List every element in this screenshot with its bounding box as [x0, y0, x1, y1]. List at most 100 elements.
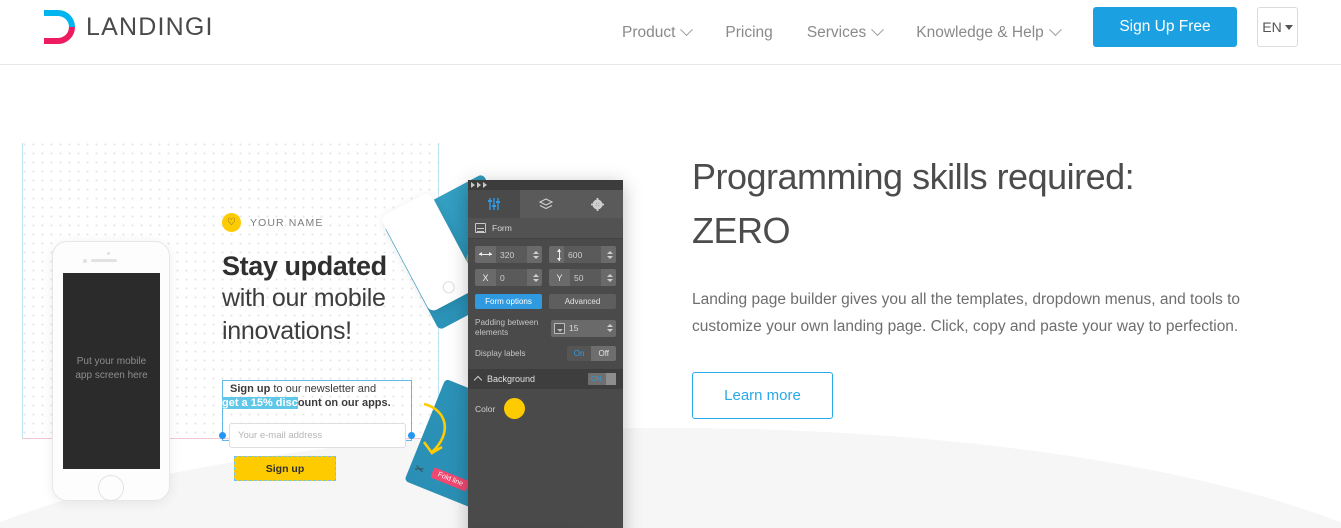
phone-placeholder-line1: Put your mobile — [76, 356, 147, 367]
home-button-icon — [98, 475, 124, 501]
pos-x-stepper[interactable] — [531, 273, 540, 282]
editor-tabs — [468, 190, 623, 218]
nav-label-knowledge-help: Knowledge & Help — [916, 23, 1044, 41]
collapse-triangle-icon[interactable] — [471, 182, 475, 188]
language-selector[interactable]: EN — [1257, 7, 1298, 47]
email-input-preview[interactable]: Your e-mail address — [229, 423, 406, 448]
height-icon — [557, 248, 561, 261]
chevron-down-icon — [680, 23, 694, 37]
selected-element-row[interactable]: Form — [468, 218, 623, 239]
padding-label: Padding between elements — [475, 318, 539, 337]
color-row: Color — [475, 398, 616, 419]
signup-text-tail: ount on our apps. — [297, 397, 391, 409]
sliders-icon — [487, 198, 500, 210]
phone-mockup: Put your mobile app screen here — [52, 241, 170, 501]
segment-form-options[interactable]: Form options — [475, 294, 542, 309]
background-switch-label: ON — [591, 375, 602, 383]
camera-icon — [83, 259, 87, 263]
logo[interactable]: LANDINGI — [44, 10, 214, 45]
editor-panel: Form 320 600 X 0 Y 50 Form options Advan… — [468, 180, 623, 528]
width-icon — [479, 252, 492, 256]
padding-property-row: Padding between elements 15 — [475, 318, 616, 338]
collapse-triangle-icon[interactable] — [483, 182, 487, 188]
logo-text: LANDINGI — [86, 13, 214, 41]
toggle-on-option[interactable]: On — [566, 346, 592, 361]
nav-label-pricing: Pricing — [725, 23, 773, 41]
color-swatch-button[interactable] — [504, 398, 526, 419]
pos-y-stepper[interactable] — [605, 273, 614, 282]
width-stepper[interactable] — [531, 250, 540, 259]
curved-arrow-icon — [422, 402, 447, 455]
color-label: Color — [475, 403, 496, 414]
nav-item-services[interactable]: Services — [790, 23, 899, 42]
phone-placeholder-line2: app screen here — [75, 370, 148, 381]
padding-field[interactable]: 15 — [551, 319, 616, 337]
brand-row: ♡ YOUR NAME — [222, 213, 432, 232]
form-element-icon — [475, 223, 486, 233]
hero-section: ✂ Fold line Put your mobile app screen h… — [0, 65, 1341, 528]
speaker-icon — [91, 259, 117, 262]
editor-segment-tabs: Form options Advanced — [475, 294, 616, 309]
padding-stepper[interactable] — [605, 324, 614, 332]
selected-element-label: Form — [492, 223, 512, 233]
heart-icon: ♡ — [222, 213, 241, 232]
tab-sliders[interactable] — [468, 190, 520, 218]
brand-name: YOUR NAME — [250, 216, 324, 229]
background-section-header[interactable]: Background ON — [468, 369, 623, 389]
height-stepper[interactable] — [605, 250, 614, 259]
display-labels-toggle[interactable]: On Off — [566, 346, 616, 361]
display-labels-label: Display labels — [475, 348, 526, 358]
caret-down-icon — [1284, 24, 1293, 30]
preview-headline-light-2: innovations! — [222, 317, 352, 345]
padding-value: 15 — [569, 323, 579, 333]
landingi-logo-icon — [44, 10, 77, 45]
language-label: EN — [1262, 19, 1282, 35]
height-field[interactable]: 600 — [549, 246, 616, 263]
layers-icon — [538, 198, 553, 210]
pos-x-field[interactable]: X 0 — [475, 269, 542, 286]
editor-body: 320 600 X 0 Y 50 Form options Advanced P… — [468, 239, 623, 419]
signup-text-bold: Sign up — [230, 383, 271, 395]
signup-text-highlighted: get a 15% disc — [222, 397, 298, 409]
signup-submit-button-preview[interactable]: Sign up — [234, 456, 336, 481]
size-fields-row: 320 600 — [475, 246, 616, 263]
chevron-up-icon — [473, 375, 483, 385]
nav-item-knowledge-help[interactable]: Knowledge & Help — [899, 23, 1077, 42]
nav-item-product[interactable]: Product — [605, 23, 708, 42]
hero-text-block: Programming skills required: ZERO Landin… — [692, 150, 1272, 419]
collapse-triangle-icon[interactable] — [477, 182, 481, 188]
padding-icon — [554, 322, 565, 334]
signup-text-line2: get a 15% discount on our apps. — [222, 397, 391, 409]
pos-x-value: 0 — [496, 269, 527, 286]
background-section-title: Background — [487, 374, 536, 384]
chevron-down-icon — [1048, 23, 1062, 37]
signup-text-rest: to our newsletter and — [270, 383, 377, 395]
sign-up-free-button[interactable]: Sign Up Free — [1093, 7, 1237, 47]
nav-item-pricing[interactable]: Pricing — [708, 24, 789, 42]
nav-label-services: Services — [806, 23, 867, 41]
site-header: LANDINGI Product Pricing Services Knowle… — [0, 0, 1341, 65]
hero-title-line2: ZERO — [692, 210, 791, 251]
pos-y-value: 50 — [570, 269, 601, 286]
landing-page: LANDINGI Product Pricing Services Knowle… — [0, 0, 1341, 528]
display-labels-row: Display labels On Off — [475, 346, 616, 361]
tab-settings[interactable] — [571, 190, 623, 218]
hero-paragraph: Landing page builder gives you all the t… — [692, 291, 1241, 335]
chevron-down-icon — [871, 23, 885, 37]
pos-x-label: X — [482, 272, 489, 283]
preview-headline-light-1: with our mobile — [222, 284, 386, 312]
learn-more-button[interactable]: Learn more — [692, 372, 833, 419]
guide-line-left — [22, 143, 23, 438]
toggle-off-option[interactable]: Off — [591, 346, 616, 361]
phone-screen: Put your mobile app screen here — [63, 273, 160, 469]
height-value: 600 — [564, 246, 601, 263]
gear-icon — [590, 197, 604, 211]
width-field[interactable]: 320 — [475, 246, 542, 263]
main-navigation: Product Pricing Services Knowledge & Hel… — [605, 0, 1077, 65]
position-fields-row: X 0 Y 50 — [475, 269, 616, 286]
pos-y-field[interactable]: Y 50 — [549, 269, 616, 286]
preview-content: ♡ YOUR NAME Stay updated with our mobile… — [222, 213, 432, 348]
background-switch[interactable]: ON — [588, 373, 616, 385]
segment-advanced[interactable]: Advanced — [549, 294, 616, 309]
tab-layers[interactable] — [519, 190, 572, 218]
